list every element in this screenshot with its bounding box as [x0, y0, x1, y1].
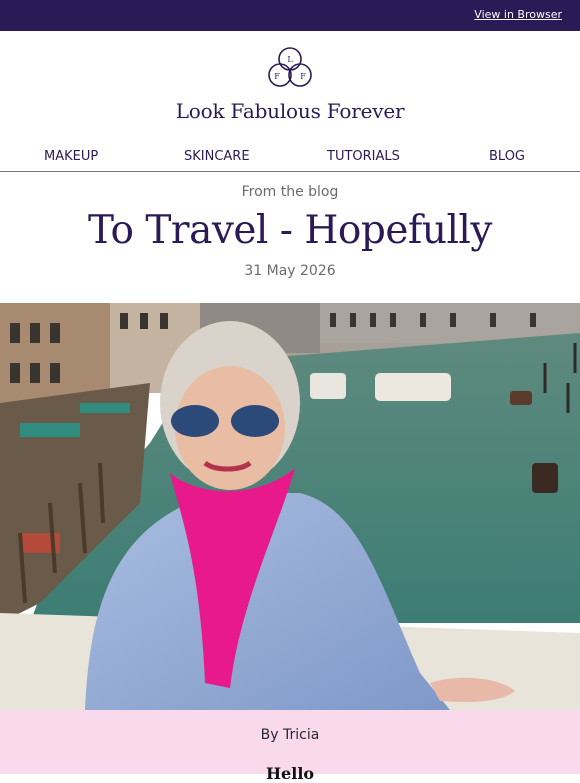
article-date: 31 May 2026 [244, 263, 336, 279]
brand-header: L F F Look Fabulous Forever [0, 31, 580, 141]
top-bar: View in Browser [0, 0, 580, 31]
view-in-browser-link[interactable]: View in Browser [474, 8, 562, 21]
lff-logo-icon: L F F [268, 47, 312, 87]
hero-photo[interactable] [0, 303, 580, 710]
logo-letter-l: L [287, 55, 293, 64]
nav-item-skincare[interactable]: SKINCARE [184, 149, 250, 164]
nav-item-blog[interactable]: BLOG [489, 149, 525, 164]
byline-section: By Tricia Hello [0, 710, 580, 783]
nav-item-makeup[interactable]: MAKEUP [44, 149, 98, 164]
blog-eyebrow: From the blog [241, 184, 339, 200]
nav-item-tutorials[interactable]: TUTORIALS [327, 149, 400, 164]
main-nav: MAKEUP SKINCARE TUTORIALS BLOG [0, 141, 580, 172]
brand-name[interactable]: Look Fabulous Forever [0, 99, 580, 123]
article-title: To Travel - Hopefully [88, 208, 492, 253]
logo-letter-f2: F [300, 72, 306, 81]
logo-letter-f1: F [274, 72, 280, 81]
article-byline: By Tricia [260, 727, 320, 743]
